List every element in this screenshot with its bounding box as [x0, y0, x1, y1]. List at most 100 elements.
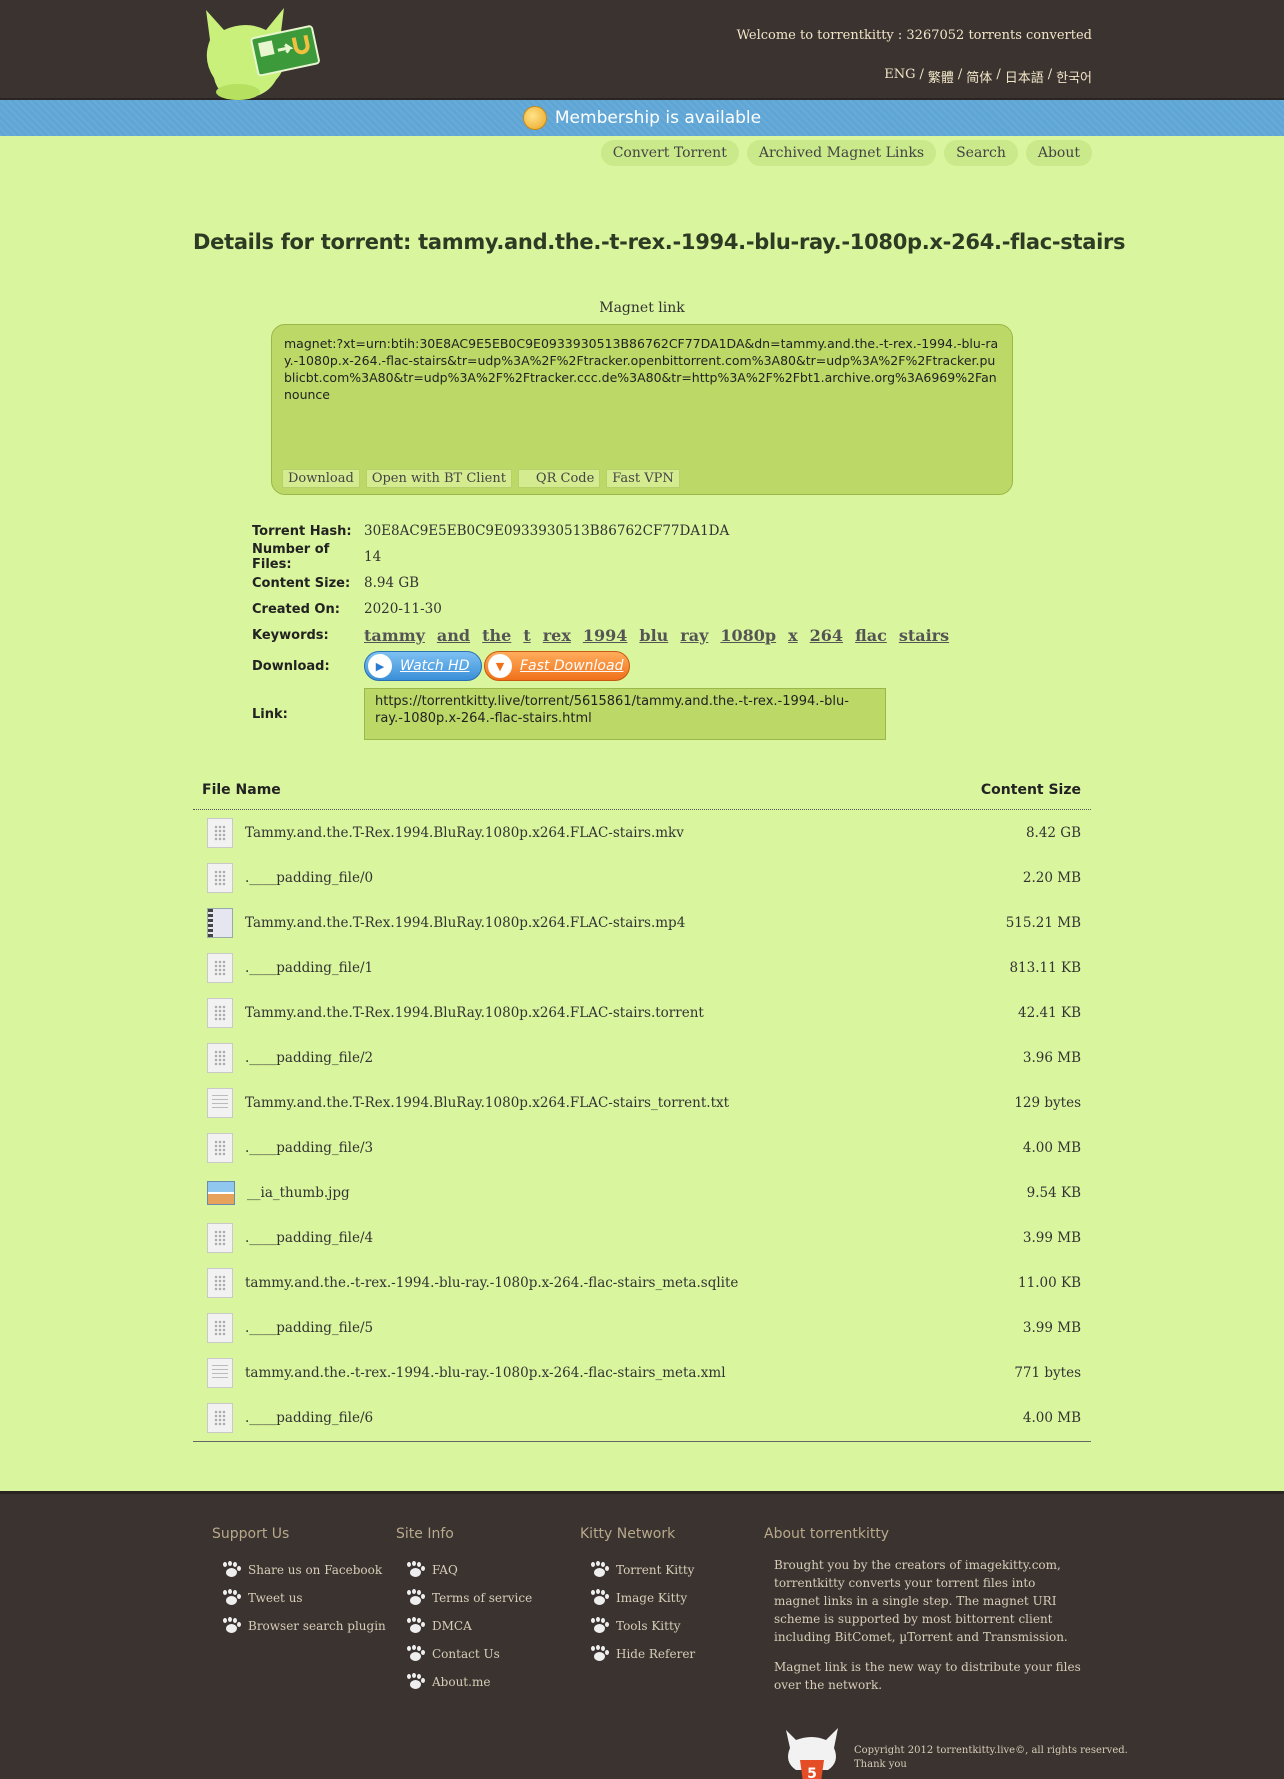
footer-link-facebook[interactable]: Share us on Facebook [212, 1556, 386, 1584]
keyword-link[interactable]: flac [855, 626, 887, 645]
file-name-cell: Tammy.and.the.T-Rex.1994.BluRay.1080p.x2… [207, 997, 704, 1028]
lang-korean[interactable]: 한국어 [1056, 67, 1092, 86]
file-dots-icon [207, 817, 233, 848]
keyword-link[interactable]: stairs [899, 626, 949, 645]
file-row: .____padding_file/0 2.20 MB [193, 855, 1091, 900]
file-size: 9.54 KB [1026, 1184, 1081, 1201]
membership-text: Membership is available [554, 108, 762, 128]
lang-traditional-chinese[interactable]: 繁體 [928, 67, 954, 86]
file-list: File Name Content Size Tammy.and.the.T-R… [193, 770, 1091, 1442]
magnet-uri[interactable]: magnet:?xt=urn:btih:30E8AC9E5EB0C9E09339… [284, 335, 1000, 403]
file-doc-icon [207, 1357, 233, 1388]
file-name: Tammy.and.the.T-Rex.1994.BluRay.1080p.x2… [245, 914, 686, 931]
lang-eng[interactable]: ENG [884, 67, 915, 86]
keyword-link[interactable]: tammy [364, 626, 425, 645]
file-row: .____padding_file/6 4.00 MB [193, 1395, 1091, 1440]
file-image-icon [207, 1180, 235, 1205]
footer-network-title: Kitty Network [580, 1526, 676, 1542]
detail-hash-row: Torrent Hash: 30E8AC9E5EB0C9E0933930513B… [252, 518, 949, 544]
keyword-link[interactable]: and [437, 626, 470, 645]
footer-link-torrent-kitty[interactable]: Torrent Kitty [580, 1556, 695, 1584]
keyword-link[interactable]: ray [680, 626, 708, 645]
nav-about[interactable]: About [1025, 140, 1092, 166]
keyword-link[interactable]: the [482, 626, 511, 645]
file-name-cell: Tammy.and.the.T-Rex.1994.BluRay.1080p.x2… [207, 1087, 730, 1118]
created-value: 2020-11-30 [364, 601, 442, 617]
html5-number: 5 [807, 1766, 817, 1779]
keyword-link[interactable]: 1080p [720, 626, 776, 645]
footer-site-title: Site Info [396, 1526, 454, 1542]
footer-link-image-kitty[interactable]: Image Kitty [580, 1584, 695, 1612]
link-field[interactable]: https://torrentkitty.live/torrent/561586… [364, 688, 886, 740]
footer-link-label: Tweet us [248, 1591, 303, 1605]
membership-banner[interactable]: Membership is available [0, 100, 1284, 136]
file-row: __ia_thumb.jpg 9.54 KB [193, 1170, 1091, 1215]
download-button[interactable]: Download [282, 469, 360, 488]
file-name: .____padding_file/3 [245, 1139, 374, 1156]
lang-simplified-chinese[interactable]: 简体 [966, 67, 992, 86]
file-size: 4.00 MB [1022, 1409, 1081, 1426]
language-switcher: ENG / 繁體 / 简体 / 日本語 / 한국어 [884, 67, 1092, 86]
file-name: Tammy.and.the.T-Rex.1994.BluRay.1080p.x2… [245, 1094, 730, 1111]
file-name: .____padding_file/1 [245, 959, 374, 976]
footer-link-label: Contact Us [432, 1647, 500, 1661]
copyright: Copyright 2012 torrentkitty.live©, all r… [854, 1744, 1128, 1772]
footer-link-dmca[interactable]: DMCA [396, 1612, 532, 1640]
paw-icon [406, 1562, 424, 1578]
keyword-link[interactable]: 264 [810, 626, 843, 645]
file-size: 42.41 KB [1018, 1004, 1081, 1021]
magnet-link-box[interactable]: magnet:?xt=urn:btih:30E8AC9E5EB0C9E09339… [271, 324, 1013, 495]
file-video-icon [207, 907, 233, 938]
footer-kitty-network: Kitty Network Torrent Kitty Image Kitty … [580, 1526, 695, 1668]
keyword-link[interactable]: blu [639, 626, 668, 645]
footer-link-label: Terms of service [432, 1591, 533, 1605]
size-value: 8.94 GB [364, 575, 420, 591]
file-row: tammy.and.the.-t-rex.-1994.-blu-ray.-108… [193, 1260, 1091, 1305]
nav-search[interactable]: Search [944, 140, 1018, 166]
torrentkitty-logo[interactable] [196, 2, 326, 100]
col-file-name: File Name [202, 782, 281, 798]
torrent-details: Torrent Hash: 30E8AC9E5EB0C9E0933930513B… [252, 518, 949, 744]
file-name-cell: __ia_thumb.jpg [207, 1180, 350, 1205]
footer-link-label: Browser search plugin [248, 1619, 386, 1633]
download-arrow-icon: ▼ [488, 654, 512, 678]
lang-japanese[interactable]: 日本語 [1005, 67, 1044, 86]
keyword-link[interactable]: x [788, 626, 798, 645]
nav-archived-magnet-links[interactable]: Archived Magnet Links [746, 140, 937, 166]
file-name-cell: .____padding_file/6 [207, 1402, 373, 1433]
file-name-cell: .____padding_file/5 [207, 1312, 374, 1343]
footer-link-faq[interactable]: FAQ [396, 1556, 532, 1584]
file-name: .____padding_file/0 [245, 869, 374, 886]
file-name: tammy.and.the.-t-rex.-1994.-blu-ray.-108… [245, 1364, 726, 1381]
footer-link-aboutme[interactable]: About.me [396, 1668, 532, 1696]
file-rows: Tammy.and.the.T-Rex.1994.BluRay.1080p.x2… [193, 810, 1091, 1440]
header-bar: Welcome to torrentkitty : 3267052 torren… [0, 0, 1284, 100]
keyword-link[interactable]: rex [543, 626, 571, 645]
fast-download-button[interactable]: ▼ Fast Download [484, 651, 630, 681]
keyword-link[interactable]: 1994 [583, 626, 628, 645]
paw-icon [406, 1590, 424, 1606]
file-name: .____padding_file/5 [245, 1319, 374, 1336]
footer-link-search-plugin[interactable]: Browser search plugin [212, 1612, 386, 1640]
footer-link-terms[interactable]: Terms of service [396, 1584, 532, 1612]
footer: Support Us Share us on Facebook Tweet us… [0, 1491, 1284, 1779]
file-name: tammy.and.the.-t-rex.-1994.-blu-ray.-108… [245, 1274, 739, 1291]
file-name: .____padding_file/2 [245, 1049, 374, 1066]
footer-link-contact[interactable]: Contact Us [396, 1640, 532, 1668]
qr-code-label: QR Code [535, 471, 595, 486]
footer-support-title: Support Us [212, 1526, 290, 1542]
page-title: Details for torrent: tammy.and.the.-t-re… [193, 230, 1126, 254]
watch-hd-button[interactable]: ▶ Watch HD [364, 651, 482, 681]
fast-vpn-button[interactable]: Fast VPN [606, 469, 680, 488]
created-label: Created On: [252, 601, 340, 617]
nav-convert-torrent[interactable]: Convert Torrent [600, 140, 739, 166]
qr-code-button[interactable]: QR Code [517, 469, 601, 488]
file-dots-icon [207, 1402, 233, 1433]
footer-link-hide-referer[interactable]: Hide Referer [580, 1640, 695, 1668]
footer-about-text: Brought you by the creators of imagekitt… [764, 1556, 1084, 1694]
keyword-link[interactable]: t [523, 626, 530, 645]
open-with-bt-client-button[interactable]: Open with BT Client [365, 469, 512, 488]
welcome-text: Welcome to torrentkitty : 3267052 torren… [736, 28, 1092, 43]
footer-link-tools-kitty[interactable]: Tools Kitty [580, 1612, 695, 1640]
footer-link-tweet[interactable]: Tweet us [212, 1584, 386, 1612]
